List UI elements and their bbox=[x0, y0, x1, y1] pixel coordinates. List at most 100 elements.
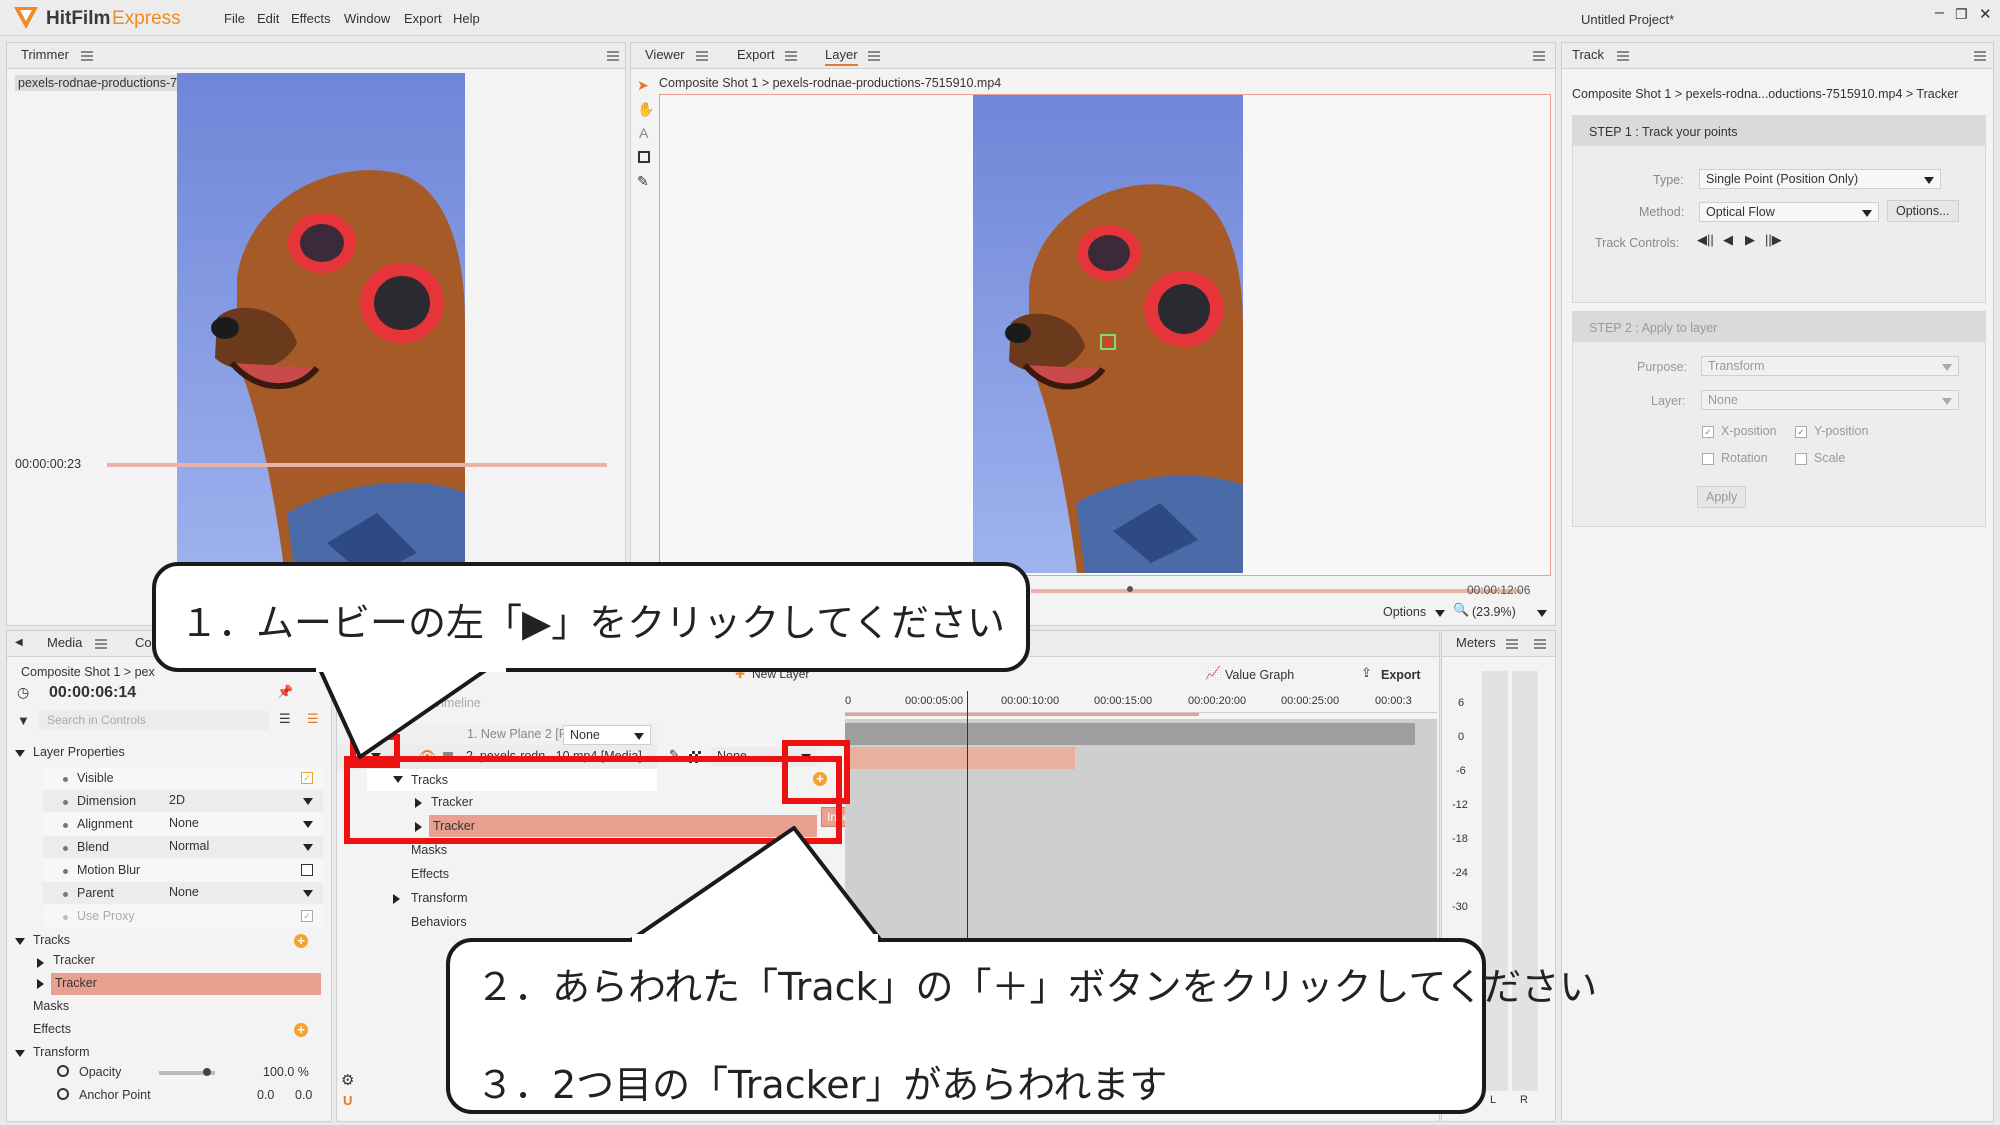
list-view-icon[interactable]: ☰ bbox=[279, 711, 291, 727]
track-forward-all-icon[interactable]: ||▶ bbox=[1765, 232, 1782, 248]
anchor-x-value[interactable]: 0.0 bbox=[257, 1088, 274, 1102]
minimize-icon[interactable]: – bbox=[1935, 4, 1944, 22]
select-tool-icon[interactable]: ➤ bbox=[637, 77, 649, 94]
blend-select[interactable]: Normal bbox=[163, 837, 319, 857]
dimension-select[interactable]: 2D bbox=[163, 791, 319, 811]
work-area-bar[interactable] bbox=[845, 713, 1199, 716]
panel-menu-icon[interactable] bbox=[1534, 639, 1546, 649]
viewer-scrub-bar[interactable] bbox=[1031, 589, 1521, 593]
track-backward-all-icon[interactable]: ◀|| bbox=[1697, 232, 1714, 248]
tab-export[interactable]: Export bbox=[737, 47, 775, 62]
x-position-checkbox[interactable]: ✓ bbox=[1702, 426, 1714, 438]
scroll-left-icon[interactable]: ◀ bbox=[15, 637, 23, 648]
method-select[interactable]: Optical Flow bbox=[1699, 202, 1879, 222]
anchor-y-value[interactable]: 0.0 bbox=[295, 1088, 312, 1102]
mask-tool-icon[interactable] bbox=[638, 151, 650, 163]
menu-file[interactable]: File bbox=[224, 11, 245, 26]
tab-layer[interactable]: Layer bbox=[825, 47, 858, 66]
apply-button[interactable]: Apply bbox=[1697, 486, 1747, 508]
menu-window[interactable]: Window bbox=[344, 11, 390, 26]
trimmer-scrub-bar[interactable] bbox=[107, 463, 607, 467]
menu-export[interactable]: Export bbox=[404, 11, 442, 26]
menu-icon[interactable] bbox=[696, 51, 708, 61]
menu-icon[interactable] bbox=[95, 639, 107, 649]
restore-icon[interactable]: ❐ bbox=[1955, 6, 1968, 23]
value-graph-icon[interactable]: 📈 bbox=[1205, 665, 1221, 681]
rotation-checkbox[interactable] bbox=[1702, 453, 1714, 465]
zoom-arrow-icon[interactable] bbox=[1537, 610, 1547, 617]
tracker-expand-icon[interactable] bbox=[37, 979, 44, 989]
tracker-expand-icon[interactable] bbox=[37, 958, 44, 968]
layer2-clip[interactable] bbox=[845, 747, 1075, 769]
visible-checkbox[interactable]: ✓ bbox=[301, 772, 313, 784]
menu-icon[interactable] bbox=[1617, 51, 1629, 61]
y-position-checkbox[interactable]: ✓ bbox=[1795, 426, 1807, 438]
search-input[interactable]: Search in Controls bbox=[39, 711, 269, 730]
zoom-icon[interactable]: 🔍 bbox=[1453, 602, 1469, 618]
panel-menu-icon[interactable] bbox=[1974, 51, 1986, 61]
panel-menu-icon[interactable] bbox=[607, 51, 619, 61]
value-graph-button[interactable]: Value Graph bbox=[1225, 668, 1294, 682]
pin-icon[interactable]: 📌 bbox=[277, 684, 293, 700]
viewer-video-frame[interactable] bbox=[973, 95, 1243, 573]
tracks-expand-icon[interactable] bbox=[15, 938, 25, 945]
options-button[interactable]: Options... bbox=[1887, 200, 1959, 222]
menu-icon[interactable] bbox=[785, 51, 797, 61]
export-icon[interactable]: ⇪ bbox=[1361, 665, 1372, 681]
blend-value: Normal bbox=[169, 839, 210, 853]
pen-tool-icon[interactable]: ✎ bbox=[637, 173, 649, 190]
filter-icon[interactable]: ▼ bbox=[17, 713, 30, 728]
anchor-keyframe-icon[interactable] bbox=[57, 1088, 69, 1100]
add-effect-icon[interactable]: + bbox=[294, 1023, 308, 1037]
use-proxy-checkbox[interactable]: ✓ bbox=[301, 910, 313, 922]
zoom-level[interactable]: (23.9%) bbox=[1472, 605, 1516, 619]
parent-select[interactable]: None bbox=[163, 883, 319, 903]
track-forward-icon[interactable]: ▶ bbox=[1745, 232, 1755, 248]
tab-controls[interactable]: Co bbox=[135, 635, 152, 650]
scale-checkbox[interactable] bbox=[1795, 453, 1807, 465]
tracker-item-1[interactable]: Tracker bbox=[53, 953, 95, 967]
opacity-value[interactable]: 100.0 % bbox=[263, 1065, 309, 1079]
scrub-head[interactable] bbox=[1127, 586, 1133, 592]
layer-select[interactable]: None bbox=[1701, 390, 1959, 410]
options-arrow-icon[interactable] bbox=[1435, 610, 1445, 617]
menu-edit[interactable]: Edit bbox=[257, 11, 279, 26]
transform-expand-icon[interactable] bbox=[393, 894, 400, 904]
panel-menu-icon[interactable] bbox=[1533, 51, 1545, 61]
tracker-item-2[interactable]: Tracker bbox=[55, 976, 97, 990]
alignment-select[interactable]: None bbox=[163, 814, 319, 834]
hand-tool-icon[interactable]: ✋ bbox=[637, 101, 654, 118]
close-icon[interactable]: ✕ bbox=[1979, 5, 1992, 23]
menu-help[interactable]: Help bbox=[453, 11, 480, 26]
layer1-clip[interactable] bbox=[845, 723, 1415, 745]
track-backward-icon[interactable]: ◀ bbox=[1723, 232, 1733, 248]
opacity-slider-handle[interactable] bbox=[203, 1068, 211, 1076]
export-button[interactable]: Export bbox=[1381, 668, 1421, 682]
menu-icon[interactable] bbox=[868, 51, 880, 61]
controls-timecode[interactable]: 00:00:06:14 bbox=[49, 684, 136, 702]
motion-blur-checkbox[interactable] bbox=[301, 864, 313, 876]
tab-track[interactable]: Track bbox=[1572, 47, 1604, 62]
callout-2-pointer bbox=[626, 826, 884, 944]
menu-icon[interactable] bbox=[1506, 639, 1518, 649]
layer1-blend-select[interactable]: None bbox=[563, 725, 651, 745]
settings-gear-icon[interactable]: ⚙ bbox=[341, 1071, 354, 1089]
tab-meters[interactable]: Meters bbox=[1456, 635, 1496, 650]
anchor-label: Anchor Point bbox=[79, 1088, 151, 1102]
add-track-icon[interactable]: + bbox=[294, 934, 308, 948]
tab-viewer[interactable]: Viewer bbox=[645, 47, 685, 62]
tab-media[interactable]: Media bbox=[47, 635, 82, 650]
opacity-keyframe-icon[interactable] bbox=[57, 1065, 69, 1077]
trimmer-panel: Trimmer pexels-rodnae-productions-751591… bbox=[6, 42, 626, 626]
type-select[interactable]: Single Point (Position Only) bbox=[1699, 169, 1941, 189]
options-dropdown[interactable]: Options bbox=[1383, 605, 1426, 619]
playhead[interactable] bbox=[967, 691, 968, 939]
menu-icon[interactable] bbox=[81, 51, 93, 61]
menu-effects[interactable]: Effects bbox=[291, 11, 331, 26]
magnet-icon[interactable]: U bbox=[343, 1093, 352, 1108]
text-tool-icon[interactable]: A bbox=[639, 125, 648, 141]
purpose-select[interactable]: Transform bbox=[1701, 356, 1959, 376]
transform-expand-icon[interactable] bbox=[15, 1050, 25, 1057]
tab-trimmer[interactable]: Trimmer bbox=[21, 47, 69, 62]
layer-properties-expand-icon[interactable] bbox=[15, 750, 25, 757]
